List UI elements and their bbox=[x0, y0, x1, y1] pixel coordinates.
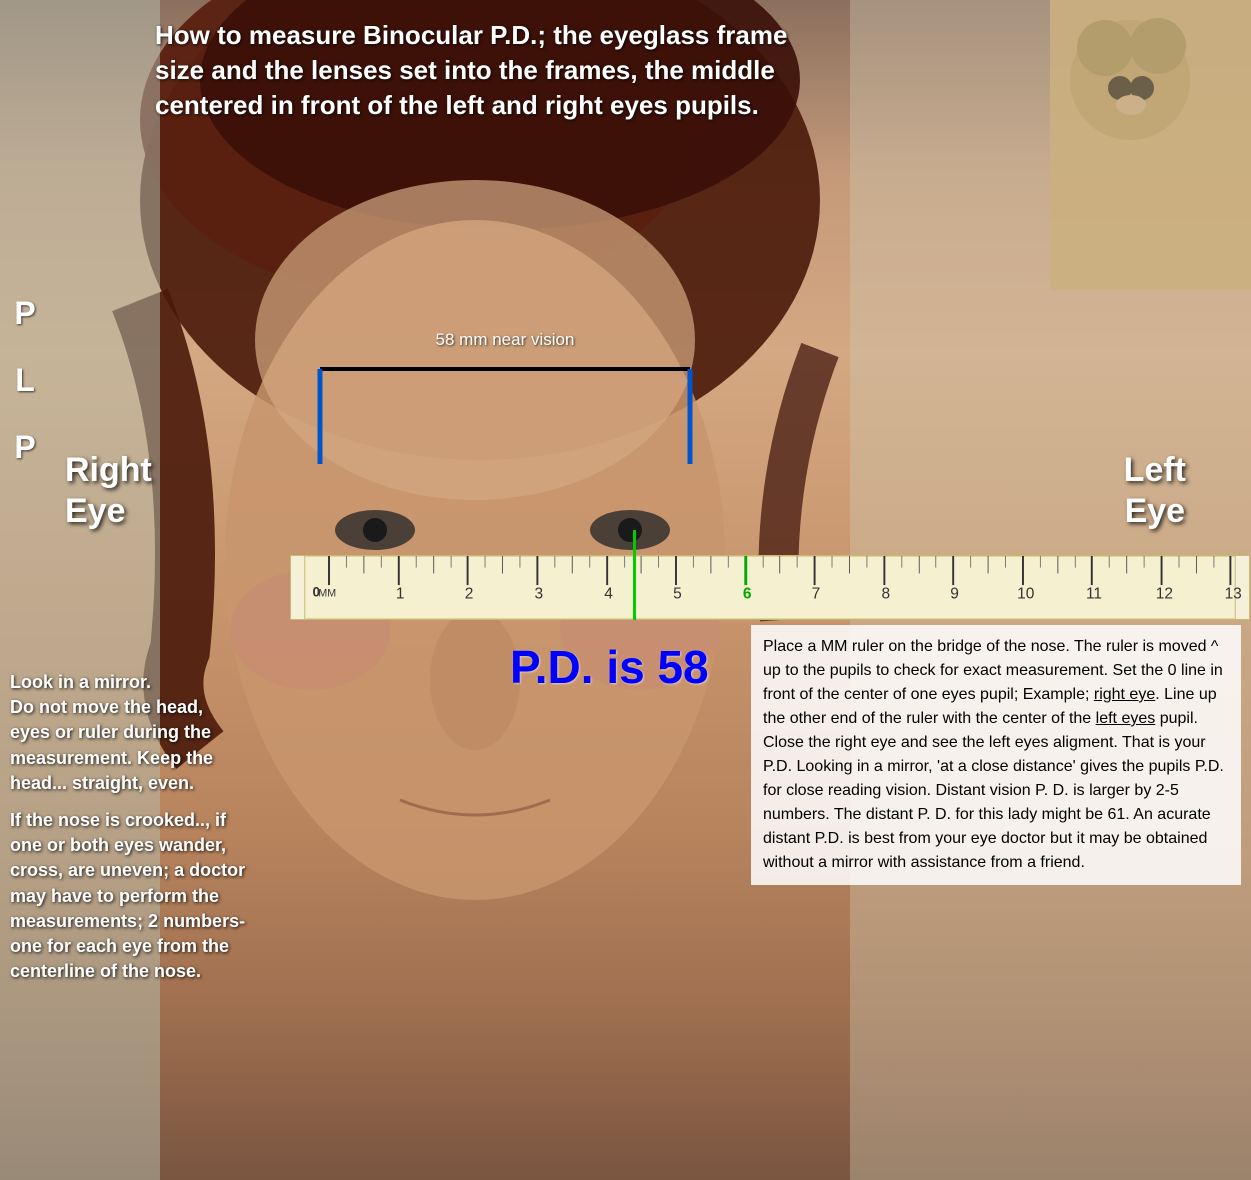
title-line3: centered in front of the left and right … bbox=[155, 90, 759, 120]
title-line1: How to measure Binocular P.D.; the eyegl… bbox=[155, 20, 787, 50]
main-container: How to measure Binocular P.D.; the eyegl… bbox=[0, 0, 1251, 1180]
svg-text:2: 2 bbox=[465, 586, 474, 603]
svg-text:6: 6 bbox=[743, 586, 752, 603]
right-instruction-text: Place a MM ruler on the bridge of the no… bbox=[763, 635, 1229, 875]
title-line2: size and the lenses set into the frames,… bbox=[155, 55, 775, 85]
svg-text:12: 12 bbox=[1156, 586, 1173, 603]
title-text: How to measure Binocular P.D.; the eyegl… bbox=[155, 18, 905, 123]
pd-text: P.D. is 58 bbox=[510, 641, 709, 693]
chart-letter-l: L bbox=[15, 362, 35, 399]
svg-text:1: 1 bbox=[396, 586, 405, 603]
svg-text:13: 13 bbox=[1225, 586, 1242, 603]
green-marker-line bbox=[633, 530, 636, 620]
right-eye-ref: right eye bbox=[1094, 686, 1155, 703]
left-eye-ref: left eyes bbox=[1096, 710, 1156, 727]
left-instruction-para2: If the nose is crooked.., ifone or both … bbox=[10, 808, 290, 984]
svg-text:11: 11 bbox=[1086, 586, 1102, 603]
right-instructions: Place a MM ruler on the bridge of the no… bbox=[751, 625, 1241, 885]
chart-letter-p1: P bbox=[14, 295, 35, 332]
left-eye-label: Left Eye bbox=[1124, 450, 1186, 532]
bracket-svg bbox=[290, 354, 720, 474]
height-chart: P L P bbox=[0, 280, 50, 680]
svg-text:7: 7 bbox=[812, 586, 821, 603]
right-eye-line1: Right bbox=[65, 450, 152, 491]
left-instruction-para1: Look in a mirror.Do not move the head,ey… bbox=[10, 670, 290, 796]
left-instructions: Look in a mirror.Do not move the head,ey… bbox=[10, 670, 290, 996]
svg-text:8: 8 bbox=[881, 586, 890, 603]
svg-text:9: 9 bbox=[950, 586, 959, 603]
right-eye-label: Right Eye bbox=[65, 450, 152, 532]
svg-text:5: 5 bbox=[673, 586, 682, 603]
left-eye-line1: Left bbox=[1124, 450, 1186, 491]
measurement-diagram: 58 mm near vision bbox=[290, 330, 720, 474]
right-eye-line2: Eye bbox=[65, 491, 152, 532]
svg-text:MM: MM bbox=[318, 588, 336, 600]
svg-text:10: 10 bbox=[1017, 586, 1035, 603]
ruler: 0 MM 1 2 3 4 5 6 7 bbox=[290, 555, 1250, 620]
ruler-svg: 0 MM 1 2 3 4 5 6 7 bbox=[291, 556, 1249, 619]
title-box: How to measure Binocular P.D.; the eyegl… bbox=[155, 18, 905, 123]
svg-text:3: 3 bbox=[534, 586, 543, 603]
chart-letter-p2: P bbox=[14, 429, 35, 466]
near-vision-label: 58 mm near vision bbox=[290, 330, 720, 350]
pd-value-display: P.D. is 58 bbox=[510, 640, 709, 694]
svg-text:4: 4 bbox=[604, 586, 613, 603]
left-eye-line2: Eye bbox=[1124, 491, 1186, 532]
